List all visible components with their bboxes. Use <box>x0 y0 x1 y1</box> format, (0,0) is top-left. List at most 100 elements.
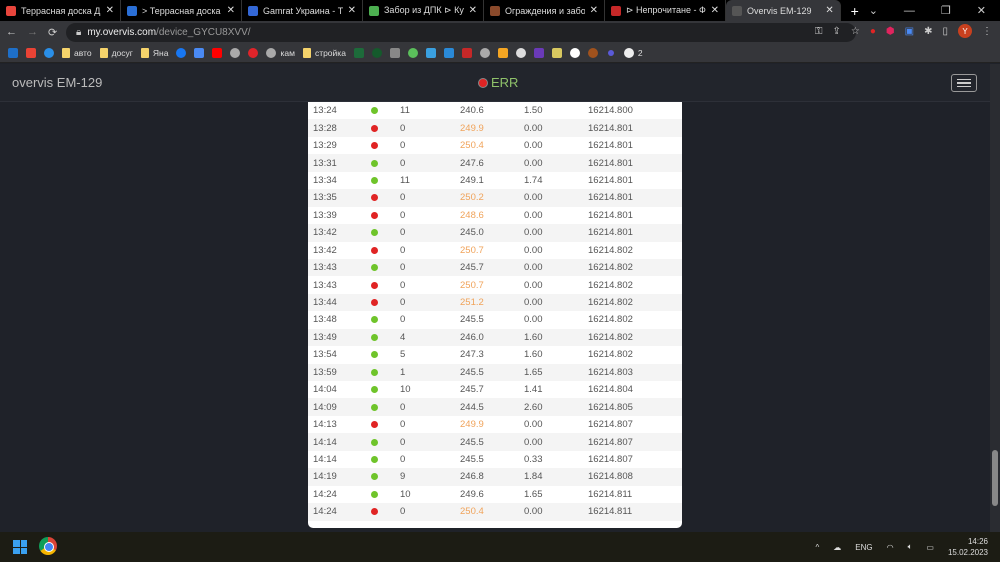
status-error-dot-icon <box>371 421 378 429</box>
table-row: 13:43 0 245.7 0.00 16214.802 <box>308 258 682 277</box>
volume-icon[interactable]: 🔈︎ <box>908 542 913 552</box>
windows-start-icon[interactable] <box>13 540 27 554</box>
globe-icon[interactable] <box>479 47 490 58</box>
bookmark-orange-icon[interactable] <box>497 47 508 58</box>
browser-tab[interactable]: Ограждения и заборы ✕ <box>484 0 605 21</box>
browser-tab[interactable]: > Террасная доска • К ✕ <box>121 0 242 21</box>
key-icon[interactable]: ⚿ <box>815 26 823 37</box>
close-tab-icon[interactable]: ✕ <box>348 5 356 16</box>
language-indicator[interactable]: ENG <box>855 543 872 552</box>
browser-tab[interactable]: ⊳ Непрочитане - Фору ✕ <box>605 0 726 21</box>
bookmark-x-icon[interactable] <box>407 47 418 58</box>
page-scrollbar[interactable] <box>990 64 1000 532</box>
energy-cell: 16214.801 <box>588 174 633 186</box>
clock[interactable]: 14:26 15.02.2023 <box>948 536 988 558</box>
time-cell: 13:42 <box>313 244 337 256</box>
bookmark-green-icon[interactable] <box>371 47 382 58</box>
close-tab-icon[interactable]: ✕ <box>590 5 598 16</box>
bookmark-folder[interactable]: Яна <box>140 47 168 58</box>
bookmark-folder[interactable]: досуг <box>99 47 133 58</box>
tab-title: > Террасная доска • К <box>142 5 222 16</box>
current-cell: 0.33 <box>524 453 543 465</box>
browser-tab[interactable]: Забор из ДПК ⊳ Купит ✕ <box>363 0 484 21</box>
restore-icon[interactable]: ❐ <box>941 4 951 17</box>
tab-search-icon[interactable]: ⌄ <box>869 4 878 17</box>
gmail-icon[interactable] <box>26 47 36 58</box>
time-cell: 13:44 <box>313 297 337 309</box>
close-tab-icon[interactable]: ✕ <box>469 5 477 16</box>
voltage-cell: 247.3 <box>460 349 484 361</box>
time-cell: 13:28 <box>313 122 337 134</box>
extensions-icon[interactable]: ✱ <box>924 26 932 37</box>
clock-time: 14:26 <box>967 537 988 546</box>
voltage-cell: 245.5 <box>460 436 484 448</box>
close-tab-icon[interactable]: ✕ <box>106 5 114 16</box>
facebook-icon[interactable] <box>176 47 187 58</box>
bookmark-f-icon[interactable] <box>353 47 364 58</box>
bookmark-square-icon[interactable] <box>533 47 544 58</box>
translate-icon[interactable]: ▣ <box>905 26 914 37</box>
menu-icon[interactable]: ⋮ <box>982 26 992 37</box>
status-ok-dot-icon <box>371 351 378 359</box>
close-tab-icon[interactable]: ✕ <box>825 5 833 16</box>
bookmark-dot-icon[interactable] <box>607 49 614 56</box>
brand-title[interactable]: overvis EM-129 <box>12 75 102 90</box>
new-tab-button[interactable]: + <box>841 0 869 21</box>
close-window-icon[interactable]: ✕ <box>977 4 986 17</box>
bookmark-folder[interactable]: авто <box>62 47 92 58</box>
profile-avatar[interactable]: Y <box>958 24 972 38</box>
translate-bookmark-icon[interactable] <box>194 47 205 58</box>
sidepanel-icon[interactable]: ▯ <box>942 26 948 37</box>
bookmark-home-icon[interactable] <box>425 47 436 58</box>
bookmark-k-icon[interactable] <box>443 47 454 58</box>
globe-icon[interactable] <box>230 47 241 58</box>
adblock-icon[interactable]: ⬢ <box>886 26 895 37</box>
close-tab-icon[interactable]: ✕ <box>227 5 235 16</box>
close-tab-icon[interactable]: ✕ <box>711 5 719 16</box>
count-cell: 11 <box>400 174 410 186</box>
tray-chevron-icon[interactable]: ^ <box>815 543 819 552</box>
time-cell: 14:04 <box>313 384 337 396</box>
time-cell: 13:24 <box>313 105 337 117</box>
bookmark-m-icon[interactable] <box>248 47 259 58</box>
energy-cell: 16214.801 <box>588 157 633 169</box>
menu-toggle-button[interactable] <box>951 74 977 92</box>
energy-cell: 16214.800 <box>588 105 633 117</box>
browser-toolbar: ← → ⟳ 🔒︎ my.overvis.com/device_GYCU8XVV/… <box>0 21 1000 43</box>
bookmark-folder[interactable]: стройка <box>302 47 346 58</box>
bookmark-link[interactable]: кам <box>266 47 295 58</box>
youtube-icon[interactable] <box>212 47 223 58</box>
chrome-taskbar-icon[interactable] <box>39 537 57 555</box>
browser-tab[interactable]: Террасная доска ДПК I ✕ <box>0 0 121 21</box>
count-cell: 0 <box>400 279 406 291</box>
extension-record-icon[interactable]: ● <box>870 26 876 37</box>
minimize-icon[interactable]: — <box>904 5 915 17</box>
status-ok-dot-icon <box>371 455 378 463</box>
bookmark-roof-icon[interactable] <box>461 47 472 58</box>
google-icon[interactable] <box>569 47 580 58</box>
star-icon[interactable]: ☆ <box>851 26 860 37</box>
reload-icon[interactable]: ⟳ <box>48 26 57 39</box>
address-bar[interactable]: 🔒︎ my.overvis.com/device_GYCU8XVV/ <box>66 23 856 42</box>
current-cell: 1.65 <box>524 488 543 500</box>
scrollbar-thumb[interactable] <box>992 450 998 506</box>
bookmark-sun-icon[interactable] <box>587 47 598 58</box>
wifi-icon[interactable]: ◠ <box>887 543 894 552</box>
table-row: 13:59 1 245.5 1.65 16214.803 <box>308 363 682 381</box>
share-icon[interactable]: ⇪ <box>833 26 841 37</box>
back-icon[interactable]: ← <box>6 26 17 38</box>
browser-tab[interactable]: Gamrat Украина - Терр ✕ <box>242 0 363 21</box>
time-cell: 14:14 <box>313 453 337 465</box>
github-bookmark[interactable]: 2 <box>623 47 643 58</box>
bookmark-light-icon[interactable] <box>515 47 526 58</box>
current-cell: 1.65 <box>524 366 543 378</box>
bookmark-tower-icon[interactable] <box>389 47 400 58</box>
bookmark-map-icon[interactable] <box>551 47 562 58</box>
outlook-icon[interactable] <box>8 47 18 58</box>
cloud-icon[interactable]: ☁ <box>833 543 841 552</box>
drop-icon[interactable] <box>44 47 54 58</box>
count-cell: 0 <box>400 262 406 274</box>
forward-icon[interactable]: → <box>27 26 38 38</box>
browser-tab[interactable]: Overvis EM-129 ✕ <box>726 0 841 21</box>
battery-icon[interactable]: ▭ <box>926 543 934 552</box>
